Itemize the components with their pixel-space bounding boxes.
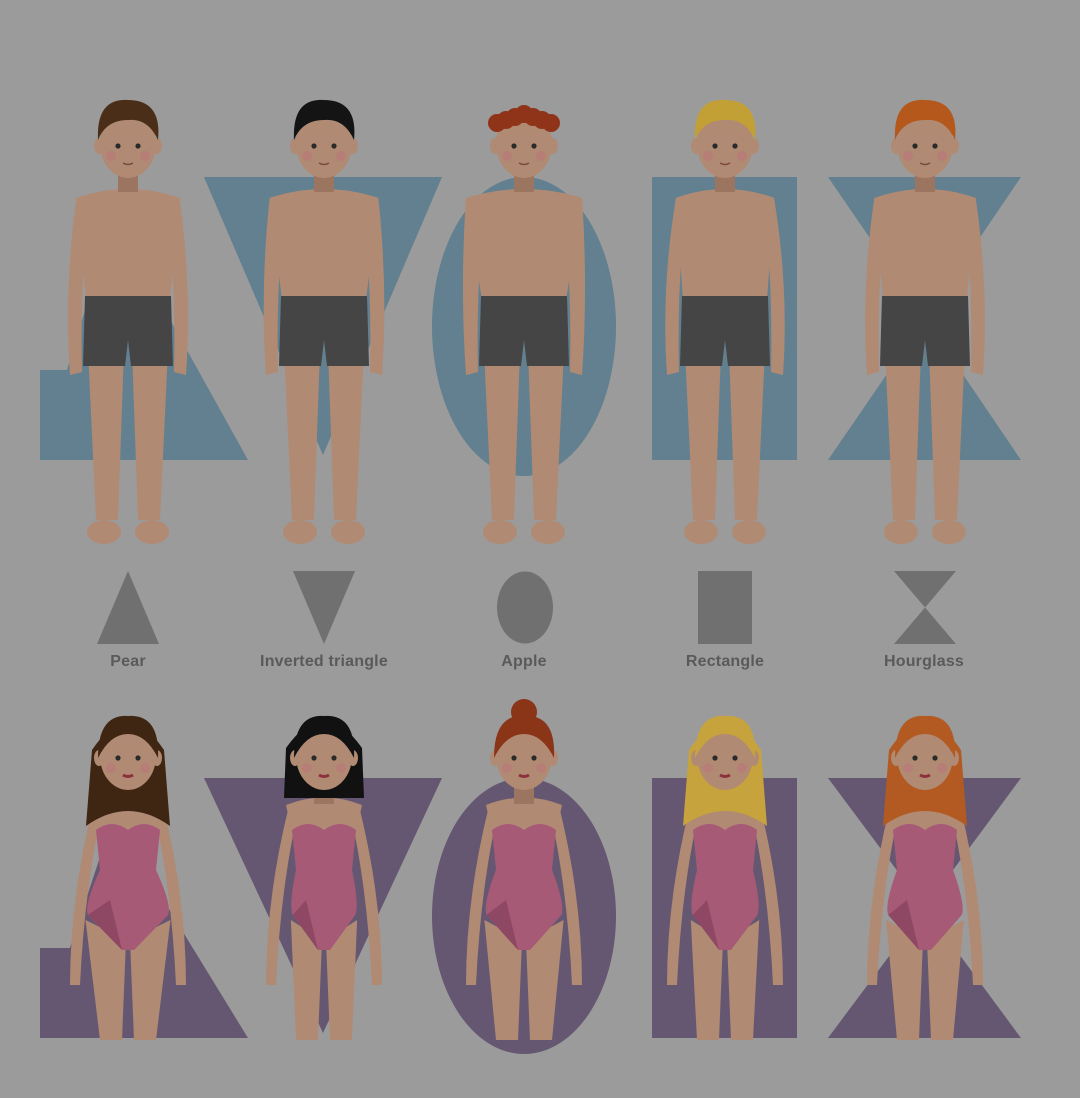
triangle-icon	[97, 571, 159, 644]
label-pear: Pear	[110, 653, 146, 670]
foot	[531, 520, 565, 544]
hourglass-icon	[894, 571, 956, 644]
mouth	[318, 773, 330, 778]
torso	[675, 189, 775, 300]
eye	[331, 143, 337, 149]
cheek	[737, 763, 747, 773]
eye	[311, 755, 317, 761]
foot	[135, 520, 169, 544]
cheek	[502, 763, 512, 773]
torso	[269, 189, 379, 300]
label-hourglass: Hourglass	[883, 653, 965, 670]
cheek	[140, 151, 150, 161]
eye	[135, 143, 141, 149]
foot	[932, 520, 966, 544]
label-rectangle: Rectangle	[685, 653, 765, 670]
eye	[932, 755, 938, 761]
hair-curl	[542, 114, 560, 132]
inverted-triangle-icon	[293, 571, 355, 644]
eye	[531, 755, 537, 761]
cheek	[536, 763, 546, 773]
foot	[732, 520, 766, 544]
leg	[929, 350, 965, 520]
cheek	[336, 151, 346, 161]
cheek	[737, 151, 747, 161]
label-inverted-triangle: Inverted triangle	[260, 653, 388, 670]
body-shapes-infographic: Pear Inverted triangle Apple Rectangle H…	[0, 0, 1080, 1093]
leg	[528, 350, 564, 520]
cheek	[703, 763, 713, 773]
body-shapes-illustration	[40, 99, 1021, 1054]
foot	[87, 520, 121, 544]
cheek	[336, 763, 346, 773]
eye	[115, 755, 121, 761]
label-apple: Apple	[501, 653, 547, 670]
eye	[531, 143, 537, 149]
eye	[732, 755, 738, 761]
cheek	[302, 763, 312, 773]
rectangle-icon	[698, 571, 752, 644]
leg	[132, 350, 168, 520]
foot	[283, 520, 317, 544]
eye	[511, 755, 517, 761]
torso	[874, 189, 976, 300]
foot	[684, 520, 718, 544]
foot	[884, 520, 918, 544]
leg	[484, 350, 520, 520]
cheek	[937, 763, 947, 773]
eye	[135, 755, 141, 761]
cheek	[703, 151, 713, 161]
cheek	[302, 151, 312, 161]
eye	[712, 143, 718, 149]
mouth	[719, 773, 731, 778]
cheek	[903, 763, 913, 773]
torso	[465, 189, 583, 300]
eye	[732, 143, 738, 149]
oval-icon	[497, 571, 553, 644]
eye	[331, 755, 337, 761]
male-figure-1	[68, 99, 188, 544]
cheek	[106, 151, 116, 161]
foot	[483, 520, 517, 544]
leg	[885, 350, 921, 520]
cheek	[937, 151, 947, 161]
foot	[331, 520, 365, 544]
leg	[284, 350, 320, 520]
leg	[328, 350, 364, 520]
male-figure-4	[665, 99, 785, 544]
eye	[115, 143, 121, 149]
cheek	[140, 763, 150, 773]
mouth	[518, 773, 530, 778]
cheek	[502, 151, 512, 161]
leg	[685, 350, 721, 520]
eye	[511, 143, 517, 149]
male-figure-2	[263, 99, 385, 544]
leg	[88, 350, 124, 520]
cheek	[536, 151, 546, 161]
leg	[729, 350, 765, 520]
mouth	[122, 773, 134, 778]
male-figure-3	[462, 105, 586, 544]
mouth	[919, 773, 931, 778]
eye	[311, 143, 317, 149]
eye	[912, 755, 918, 761]
shape-icons	[97, 571, 956, 644]
male-figure-5	[865, 99, 985, 544]
cheek	[106, 763, 116, 773]
torso	[76, 189, 180, 300]
eye	[712, 755, 718, 761]
eye	[912, 143, 918, 149]
cheek	[903, 151, 913, 161]
eye	[932, 143, 938, 149]
